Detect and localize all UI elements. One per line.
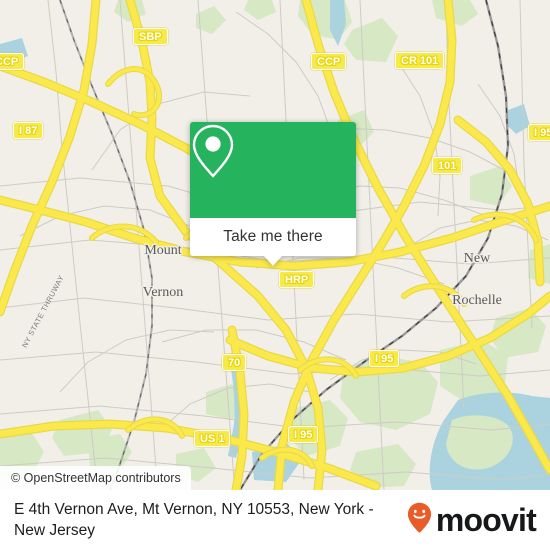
place-label-line2: Vernon [142, 285, 184, 300]
take-me-there-label: Take me there [223, 228, 323, 245]
popup-pointer-tail [264, 256, 282, 266]
map-attribution[interactable]: © OpenStreetMap contributors [0, 466, 191, 490]
moovit-pin-smiley-icon [407, 502, 432, 538]
map-canvas[interactable]: NY STATE THRUWAY Mount Vernon New Rochel… [0, 0, 550, 490]
attribution-text: © OpenStreetMap contributors [11, 471, 181, 485]
place-label-line2: Rochelle [452, 293, 502, 308]
footer-bar: E 4th Vernon Ave, Mt Vernon, NY 10553, N… [0, 490, 550, 550]
road-shield-i95-east[interactable]: I 95 [528, 124, 550, 141]
address-text: E 4th Vernon Ave, Mt Vernon, NY 10553, N… [14, 501, 374, 539]
road-shield-i95-mid[interactable]: I 95 [369, 350, 400, 367]
popup-header [190, 122, 356, 218]
road-shield-us1[interactable]: US 1 [194, 430, 231, 447]
road-shield-i87[interactable]: I 87 [13, 122, 44, 139]
road-shield-ccp[interactable]: CCP [311, 53, 347, 70]
road-shield-sbp[interactable]: SBP [133, 28, 168, 45]
moovit-wordmark: moovit [435, 502, 537, 538]
road-shield-hrp[interactable]: HRP [279, 271, 315, 288]
screenshot-root: NY STATE THRUWAY Mount Vernon New Rochel… [0, 0, 550, 550]
moovit-logo[interactable]: moovit [407, 502, 537, 538]
road-shield-70[interactable]: 70 [222, 354, 247, 371]
place-label-new-rochelle: New Rochelle [427, 224, 527, 336]
road-shield-cr101[interactable]: CR 101 [395, 52, 445, 69]
road-shield-ccp-west[interactable]: CCP [0, 53, 25, 70]
place-label-line1: New [463, 251, 491, 266]
road-shield-101[interactable]: 101 [432, 157, 463, 174]
popup-action-bar[interactable]: Take me there [190, 218, 356, 256]
destination-popup[interactable]: Take me there [190, 122, 356, 266]
road-shield-i95-south[interactable]: I 95 [288, 426, 319, 443]
